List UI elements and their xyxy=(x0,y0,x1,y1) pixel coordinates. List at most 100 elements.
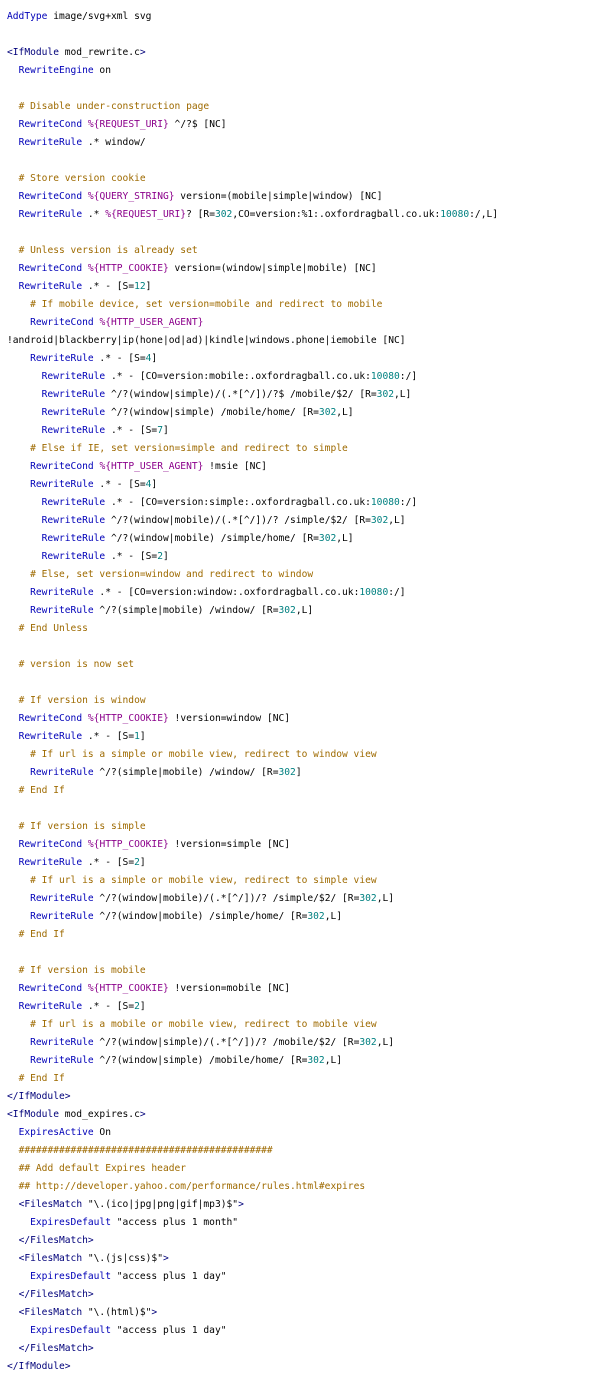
comment-token: # If url is a simple or mobile view, red… xyxy=(30,749,377,760)
directive-token: RewriteCond xyxy=(18,713,83,724)
code-text: ,L] xyxy=(376,893,395,904)
directive-token: ExpiresDefault xyxy=(30,1217,111,1228)
code-text: ,L] xyxy=(394,389,412,400)
code-text: ] xyxy=(151,353,158,364)
number-token: 302 xyxy=(278,605,296,616)
code-line: # Disable under-construction page xyxy=(7,98,600,116)
directive-token: RewriteEngine xyxy=(18,65,94,76)
comment-token: # Unless version is already set xyxy=(18,245,198,256)
code-text: ] xyxy=(162,425,169,436)
code-line: RewriteRule .* - [CO=version:mobile:.oxf… xyxy=(7,368,600,386)
directive-token: RewriteRule xyxy=(41,407,106,418)
number-token: 302 xyxy=(370,515,389,526)
code-text: ^/?(window|mobile) /simple/home/ [R= xyxy=(105,533,319,544)
code-text: !msie [NC] xyxy=(203,461,267,472)
code-line: RewriteCond %{REQUEST_URI} ^/?$ [NC] xyxy=(7,116,600,134)
code-text: ,L] xyxy=(336,533,354,544)
code-text: !version=mobile [NC] xyxy=(168,983,291,994)
directive-token: RewriteRule xyxy=(30,911,94,922)
comment-token: ## http://developer.yahoo.com/performanc… xyxy=(18,1181,366,1192)
code-text: ] xyxy=(145,281,152,292)
code-line: ExpiresDefault "access plus 1 month" xyxy=(7,1214,600,1232)
code-text: ,L] xyxy=(388,515,406,526)
module-tag-token: </FilesMatch> xyxy=(18,1235,94,1246)
code-text: ] xyxy=(295,767,302,778)
code-line: RewriteRule ^/?(window|mobile)/(.*[^/])/… xyxy=(7,890,600,908)
code-line: RewriteRule ^/?(window|mobile) /simple/h… xyxy=(7,530,600,548)
number-token: 302 xyxy=(307,911,325,922)
code-text: ] xyxy=(139,857,146,868)
server-variable-token: %{HTTP_COOKIE} xyxy=(87,839,169,850)
number-token: 10080 xyxy=(440,209,470,220)
code-line: RewriteRule .* %{REQUEST_URI}? [R=302,CO… xyxy=(7,206,600,224)
code-line: RewriteRule .* - [S=2] xyxy=(7,854,600,872)
module-tag-token: <FilesMatch xyxy=(18,1307,83,1318)
code-line: RewriteRule ^/?(simple|mobile) /window/ … xyxy=(7,764,600,782)
code-text: .* - [S= xyxy=(93,479,146,490)
comment-token: # End If xyxy=(18,785,65,796)
code-text: ^/?(simple|mobile) /window/ [R= xyxy=(93,767,279,778)
code-text: ,L] xyxy=(336,407,354,418)
code-text: !android|blackberry|ip(hone|od|ad)|kindl… xyxy=(7,335,406,346)
code-line: # End Unless xyxy=(7,620,600,638)
comment-token: # If mobile device, set version=mobile a… xyxy=(30,299,383,310)
code-text: .* - [S= xyxy=(82,281,135,292)
directive-token: RewriteCond xyxy=(18,839,83,850)
code-line: RewriteRule ^/?(simple|mobile) /window/ … xyxy=(7,602,600,620)
code-line: # If version is mobile xyxy=(7,962,600,980)
number-token: 302 xyxy=(359,893,377,904)
directive-token: RewriteRule xyxy=(18,1001,83,1012)
server-variable-token: %{HTTP_COOKIE} xyxy=(87,263,169,274)
directive-token: AddType xyxy=(7,11,48,22)
module-tag-token: <FilesMatch xyxy=(18,1199,83,1210)
code-text: ^/?(simple|mobile) /window/ [R= xyxy=(93,605,279,616)
code-text: .* - [S= xyxy=(82,857,135,868)
module-tag-token: <IfModule xyxy=(7,1109,59,1120)
code-text: .* - [S= xyxy=(82,731,135,742)
code-line: RewriteRule .* - [S=7] xyxy=(7,422,600,440)
code-line: RewriteRule ^/?(window|simple)/(.*[^/])/… xyxy=(7,1034,600,1052)
code-text: ^/?(window|mobile)/(.*[^/])/? /simple/$2… xyxy=(105,515,371,526)
comment-token: ########################################… xyxy=(18,1145,273,1156)
code-line: RewriteRule ^/?(window|simple)/(.*[^/])/… xyxy=(7,386,600,404)
directive-token: RewriteRule xyxy=(18,857,83,868)
directive-token: RewriteRule xyxy=(30,1055,94,1066)
code-text: :/] xyxy=(399,371,418,382)
code-text: ^/?(window|simple)/(.*[^/])/? /mobile/$2… xyxy=(93,1037,360,1048)
code-text: ] xyxy=(151,479,158,490)
code-line: <FilesMatch "\.(js|css)$"> xyxy=(7,1250,600,1268)
code-line: RewriteCond %{HTTP_COOKIE} !version=wind… xyxy=(7,710,600,728)
code-line: # version is now set xyxy=(7,656,600,674)
code-text: On xyxy=(93,1127,111,1138)
code-text: .* xyxy=(82,209,106,220)
code-text: version=(window|simple|mobile) [NC] xyxy=(168,263,377,274)
code-line: ExpiresDefault "access plus 1 day" xyxy=(7,1268,600,1286)
code-text: "access plus 1 month" xyxy=(110,1217,239,1228)
code-text: "\.(html)$" xyxy=(82,1307,152,1318)
code-line: </FilesMatch> xyxy=(7,1286,600,1304)
directive-token: RewriteRule xyxy=(30,605,94,616)
code-text: .* - [S= xyxy=(82,1001,135,1012)
code-line: # If url is a simple or mobile view, red… xyxy=(7,746,600,764)
code-text: !version=window [NC] xyxy=(168,713,291,724)
